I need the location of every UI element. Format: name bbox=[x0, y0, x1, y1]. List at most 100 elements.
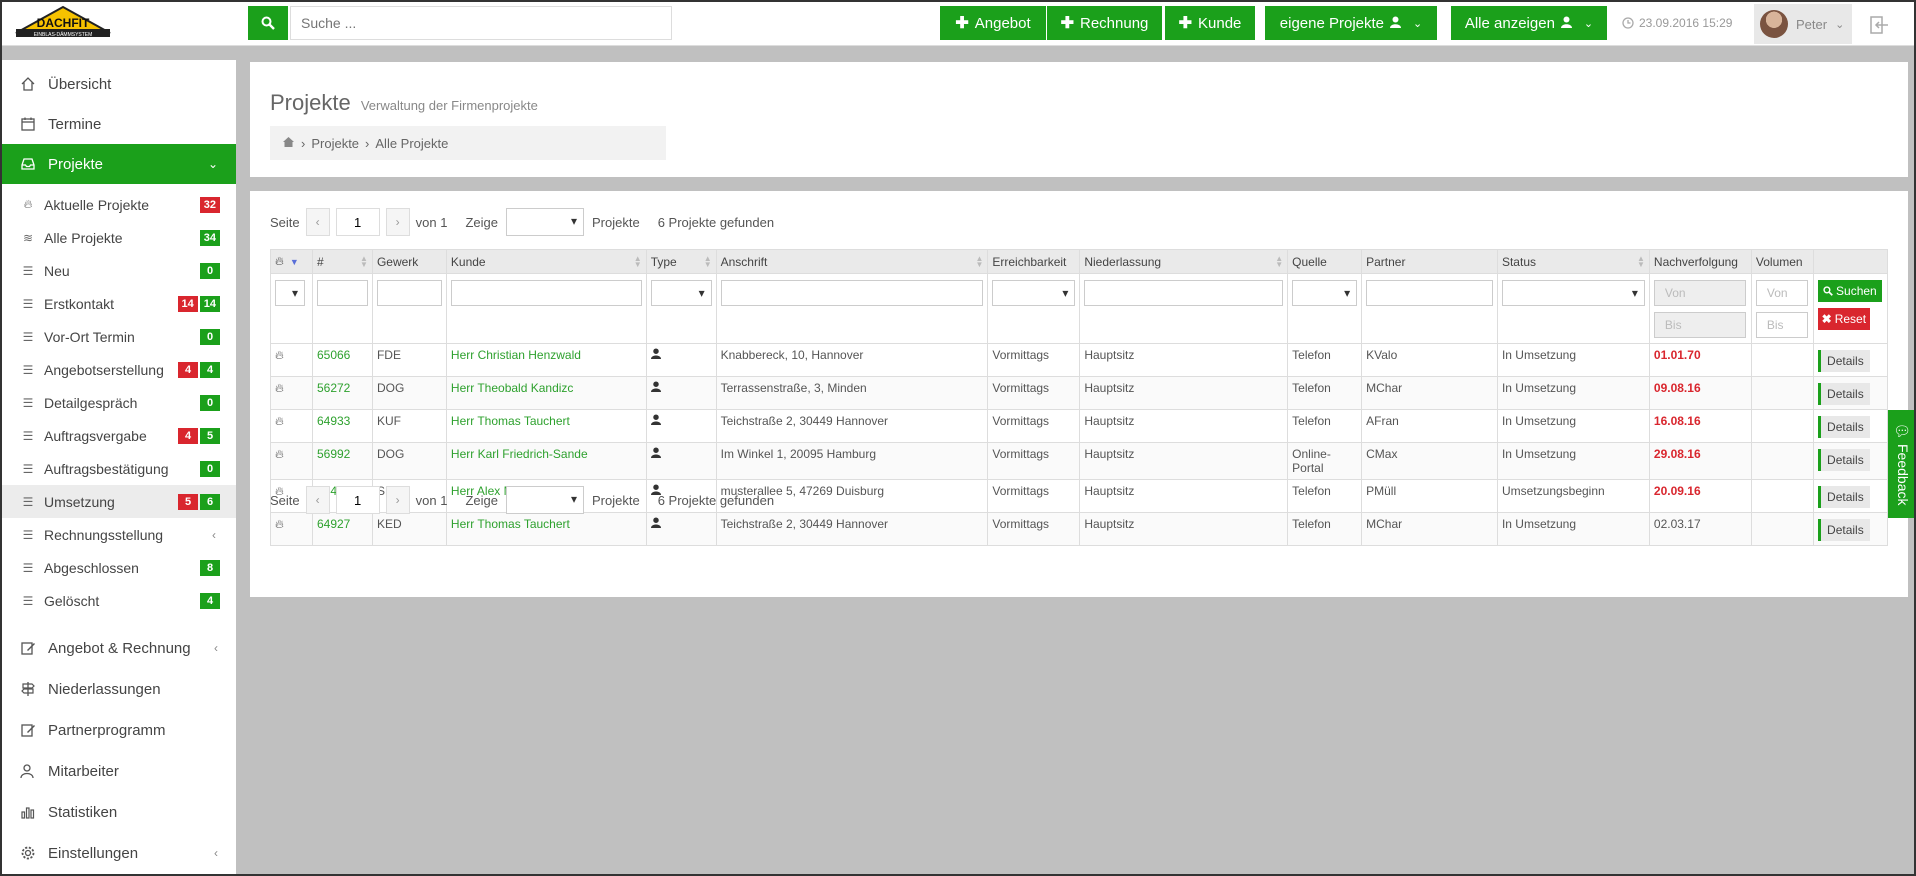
sidebar-subitem[interactable]: ☰ Auftragsbestätigung 0 bbox=[2, 452, 236, 485]
sidebar-subitem[interactable]: ☰ Abgeschlossen 8 bbox=[2, 551, 236, 584]
alle-anzeigen-dropdown[interactable]: Alle anzeigen ⌄ bbox=[1451, 6, 1607, 40]
details-button[interactable]: Details bbox=[1817, 449, 1870, 471]
search-button[interactable] bbox=[248, 6, 288, 40]
column-header-type[interactable]: Type ▲ ▼ bbox=[645, 249, 717, 274]
kunde-link[interactable]: Herr Thomas Tauchert bbox=[451, 517, 570, 531]
feedback-tab[interactable]: 💬︎ Feedback bbox=[1888, 410, 1914, 518]
filter-gewerk-input[interactable] bbox=[376, 280, 442, 306]
column-header-volumen[interactable]: Volumen bbox=[1750, 249, 1814, 274]
filter-kunde-input[interactable] bbox=[450, 280, 642, 306]
sidebar-item-statistiken[interactable]: Statistiken bbox=[2, 792, 236, 832]
column-header-anschrift[interactable]: Anschrift ▲ ▼ bbox=[715, 249, 989, 274]
fire-icon[interactable]: 🔥︎ bbox=[275, 414, 284, 428]
column-header-hot[interactable]: 🔥︎ ▼ bbox=[270, 249, 313, 274]
reset-button[interactable]: ✖ Reset bbox=[1817, 308, 1870, 330]
column-header-nachverfolgung[interactable]: Nachverfolgung bbox=[1648, 249, 1752, 274]
column-header-erreichbarkeit[interactable]: Erreichbarkeit bbox=[987, 249, 1081, 274]
kunde-link[interactable]: Herr Thomas Tauchert bbox=[451, 414, 570, 428]
column-header-quelle[interactable]: Quelle bbox=[1287, 249, 1363, 274]
pager-prev-button[interactable]: ‹ bbox=[305, 486, 330, 514]
add-rechnung-button[interactable]: ✚ Rechnung bbox=[1047, 6, 1162, 40]
project-id-link[interactable]: 56992 bbox=[317, 447, 350, 461]
filter-anschrift-input[interactable] bbox=[720, 280, 984, 306]
user-menu[interactable]: Peter ⌄ bbox=[1754, 4, 1852, 44]
sidebar-item-partnerprogramm[interactable]: Partnerprogramm bbox=[2, 710, 236, 750]
sidebar-subitem[interactable]: ☰ Neu 0 bbox=[2, 254, 236, 287]
sidebar-item-angebot-rechnung[interactable]: Angebot & Rechnung ‹ bbox=[2, 628, 236, 668]
sidebar-subitem[interactable]: ≋ Alle Projekte 34 bbox=[2, 221, 236, 254]
home-icon[interactable] bbox=[282, 136, 295, 151]
filter-quelle-select[interactable] bbox=[1292, 280, 1358, 306]
sidebar-item-termine[interactable]: Termine bbox=[2, 104, 236, 144]
filter-niederlassung-input[interactable] bbox=[1084, 280, 1284, 306]
breadcrumb-projekte[interactable]: Projekte bbox=[311, 136, 359, 151]
sidebar-subitem[interactable]: ☰ Gelöscht 4 bbox=[2, 584, 236, 617]
pager-page-input[interactable] bbox=[335, 208, 380, 236]
filter-nachverfolgung-von[interactable]: Von bbox=[1653, 280, 1746, 306]
add-kunde-button[interactable]: ✚ Kunde bbox=[1165, 6, 1255, 40]
add-angebot-button[interactable]: ✚ Angebot bbox=[940, 6, 1046, 40]
sidebar-subitem[interactable]: ☰ Umsetzung 5 6 bbox=[2, 485, 236, 518]
filter-hot-select[interactable] bbox=[275, 280, 305, 306]
project-id-link[interactable]: 56272 bbox=[317, 381, 350, 395]
kunde-link[interactable]: Herr Christian Henzwald bbox=[451, 348, 581, 362]
project-id-link[interactable]: 64927 bbox=[317, 517, 350, 531]
filter-volumen-bis[interactable]: Bis bbox=[1755, 312, 1808, 338]
pager-pagesize-select[interactable] bbox=[505, 486, 584, 514]
fire-icon[interactable]: 🔥︎ bbox=[275, 447, 284, 461]
details-button[interactable]: Details bbox=[1817, 519, 1870, 541]
fire-icon[interactable]: 🔥︎ bbox=[275, 381, 284, 395]
filter-erreichbarkeit-select[interactable] bbox=[992, 280, 1076, 306]
column-header-kunde[interactable]: Kunde ▲ ▼ bbox=[445, 249, 647, 274]
project-id-link[interactable]: 65066 bbox=[317, 348, 350, 362]
kunde-link[interactable]: Herr Theobald Kandizc bbox=[451, 381, 574, 395]
table-row[interactable]: 🔥︎ 56992 DOG Herr Karl Friedrich-Sande Im Wi… bbox=[270, 442, 1889, 480]
partner-cell: MChar bbox=[1366, 517, 1403, 531]
sidebar-subitem[interactable]: ☰ Detailgespräch 0 bbox=[2, 386, 236, 419]
table-row[interactable]: 🔥︎ 56272 DOG Herr Theobald Kandizc Terrassen… bbox=[270, 376, 1889, 410]
search-input[interactable] bbox=[290, 6, 672, 40]
sidebar-item-einstellungen[interactable]: Einstellungen ‹ bbox=[2, 833, 236, 873]
eigene-projekte-dropdown[interactable]: eigene Projekte ⌄ bbox=[1265, 6, 1437, 40]
fire-icon[interactable]: 🔥︎ bbox=[275, 517, 284, 531]
filter-status-select[interactable] bbox=[1501, 280, 1645, 306]
kunde-link[interactable]: Herr Karl Friedrich-Sande bbox=[451, 447, 588, 461]
pager-prev-button[interactable]: ‹ bbox=[305, 208, 330, 236]
sidebar-subitem[interactable]: ☰ Angebotserstellung 4 4 bbox=[2, 353, 236, 386]
pager-next-button[interactable]: › bbox=[385, 486, 410, 514]
table-row[interactable]: 🔥︎ 64933 KUF Herr Thomas Tauchert Teichstraß… bbox=[270, 409, 1889, 443]
pager-pagesize-select[interactable] bbox=[505, 208, 584, 236]
sidebar-item-niederlassungen[interactable]: Niederlassungen bbox=[2, 669, 236, 709]
details-button[interactable]: Details bbox=[1817, 350, 1870, 372]
column-header-gewerk[interactable]: Gewerk bbox=[371, 249, 447, 274]
column-header-partner[interactable]: Partner bbox=[1361, 249, 1498, 274]
pager-page-input[interactable] bbox=[335, 486, 380, 514]
sidebar-subitem[interactable]: 🔥︎ Aktuelle Projekte 32 bbox=[2, 188, 236, 221]
dachfit-logo[interactable]: DACHFIT EINBLAS-DÄMMSYSTEM bbox=[14, 5, 112, 39]
details-button[interactable]: Details bbox=[1817, 383, 1870, 405]
filter-nachverfolgung-bis[interactable]: Bis bbox=[1653, 312, 1746, 338]
details-button[interactable]: Details bbox=[1817, 416, 1870, 438]
suchen-button[interactable]: Suchen bbox=[1817, 280, 1882, 302]
sidebar-item-uebersicht[interactable]: Übersicht bbox=[2, 64, 236, 104]
column-header-status[interactable]: Status ▲ ▼ bbox=[1496, 249, 1650, 274]
filter-type-select[interactable] bbox=[650, 280, 712, 306]
fire-icon[interactable]: 🔥︎ bbox=[275, 348, 284, 362]
table-row[interactable]: 🔥︎ 65066 FDE Herr Christian Henzwald Knabber… bbox=[270, 343, 1889, 377]
sidebar-item-mitarbeiter[interactable]: Mitarbeiter bbox=[2, 751, 236, 791]
column-header-niederlassung[interactable]: Niederlassung ▲ ▼ bbox=[1079, 249, 1289, 274]
filter-partner-input[interactable] bbox=[1366, 280, 1493, 306]
pager-next-button[interactable]: › bbox=[385, 208, 410, 236]
column-header-id[interactable]: # ▲ ▼ bbox=[311, 249, 373, 274]
logout-icon[interactable] bbox=[1868, 14, 1890, 36]
sidebar-subitem[interactable]: ☰ Vor-Ort Termin 0 bbox=[2, 320, 236, 353]
filter-volumen-von[interactable]: Von bbox=[1755, 280, 1808, 306]
details-button[interactable]: Details bbox=[1817, 486, 1870, 508]
project-id-link[interactable]: 64933 bbox=[317, 414, 350, 428]
table-row[interactable]: 🔥︎ 64927 KED Herr Thomas Tauchert Teichstraß… bbox=[270, 512, 1889, 546]
sidebar-subitem[interactable]: ☰ Rechnungsstellung ‹ bbox=[2, 518, 236, 551]
filter-id-input[interactable] bbox=[316, 280, 368, 306]
sidebar-subitem[interactable]: ☰ Erstkontakt 14 14 bbox=[2, 287, 236, 320]
sidebar-subitem[interactable]: ☰ Auftragsvergabe 4 5 bbox=[2, 419, 236, 452]
sidebar-item-projekte[interactable]: Projekte ⌄ bbox=[2, 144, 236, 184]
